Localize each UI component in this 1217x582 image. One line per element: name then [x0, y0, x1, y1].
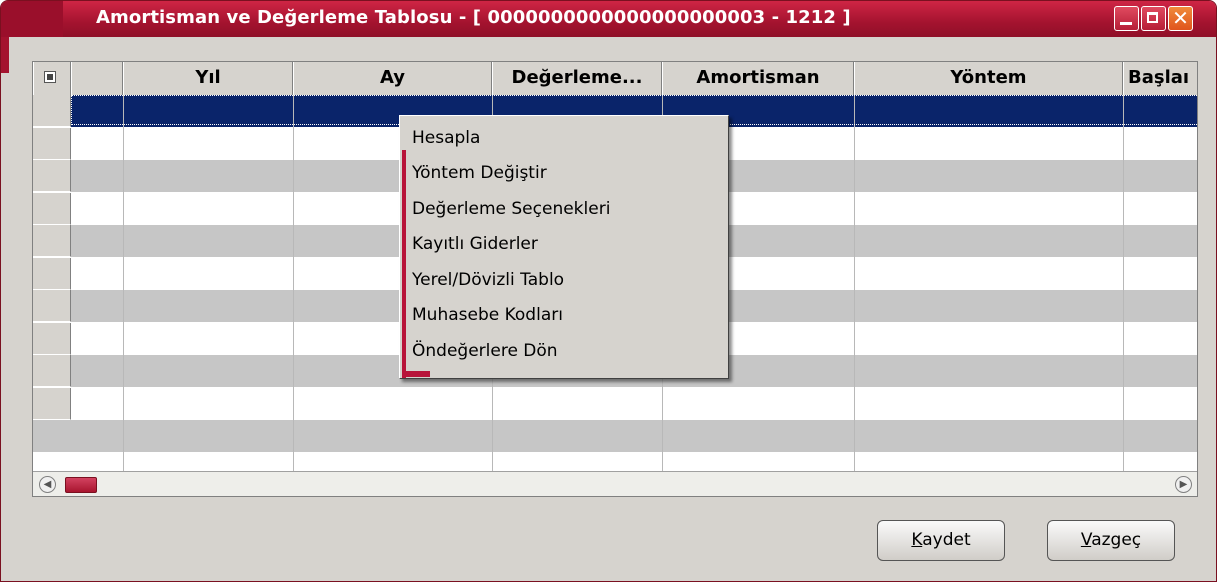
row-header[interactable]	[33, 192, 71, 225]
row-header[interactable]	[33, 127, 71, 160]
window-title: Amortisman ve Değerleme Tablosu - [ 0000…	[96, 7, 851, 28]
maximize-icon	[1147, 12, 1158, 23]
table-row[interactable]	[33, 420, 1197, 452]
cancel-mnemonic: V	[1080, 530, 1092, 550]
minimize-button[interactable]	[1114, 6, 1139, 31]
menu-item-hesapla[interactable]: Hesapla	[412, 122, 480, 154]
left-edge-accent	[1, 37, 9, 73]
column-header-degerleme[interactable]: Değerleme...	[492, 62, 662, 95]
select-all-cell[interactable]	[33, 62, 71, 95]
cancel-label: azgeç	[1091, 530, 1142, 550]
save-label: aydet	[922, 530, 971, 550]
cancel-button[interactable]: Vazgeç	[1047, 520, 1175, 561]
column-divider	[854, 95, 855, 496]
save-button[interactable]: Kaydet	[877, 520, 1005, 561]
scroll-right-icon[interactable]: ▶	[1175, 476, 1192, 493]
column-header-baslangic[interactable]: Başlaı	[1123, 62, 1197, 95]
column-header-ay[interactable]: Ay	[293, 62, 492, 95]
scrollbar-thumb[interactable]	[65, 477, 97, 493]
horizontal-scrollbar[interactable]: ◀ ▶	[33, 471, 1197, 496]
maximize-button[interactable]	[1141, 6, 1166, 31]
menu-item-yontem-degistir[interactable]: Yöntem Değiştir	[412, 157, 547, 189]
title-bar[interactable]: Amortisman ve Değerleme Tablosu - [ 0000…	[1, 1, 1216, 37]
column-divider	[293, 95, 294, 496]
row-header[interactable]	[33, 322, 71, 355]
column-header-yil[interactable]: Yıl	[123, 62, 293, 95]
row-header[interactable]	[33, 387, 71, 420]
save-mnemonic: K	[911, 530, 923, 550]
column-divider	[123, 95, 124, 496]
grid-header: Yıl Ay Değerleme... Amortisman Yöntem Ba…	[33, 62, 1197, 96]
column-divider	[1123, 95, 1124, 496]
menu-accent-foot	[402, 371, 430, 377]
close-icon: ✕	[1172, 6, 1189, 30]
row-header[interactable]	[33, 290, 71, 322]
close-button[interactable]: ✕	[1168, 6, 1193, 31]
select-all-checkbox[interactable]	[44, 71, 56, 83]
minimize-icon	[1120, 22, 1132, 25]
menu-item-kayitli-giderler[interactable]: Kayıtlı Giderler	[412, 228, 538, 260]
column-header-yontem[interactable]: Yöntem	[854, 62, 1123, 95]
table-row[interactable]	[33, 387, 1197, 420]
menu-accent-bar	[402, 150, 406, 378]
menu-item-ondegerlere-don[interactable]: Öndeğerlere Dön	[412, 335, 558, 367]
context-menu: Hesapla Yöntem Değiştir Değerleme Seçene…	[399, 115, 729, 379]
row-header[interactable]	[33, 225, 71, 257]
menu-item-yerel-dovizli-tablo[interactable]: Yerel/Dövizli Tablo	[412, 264, 564, 296]
row-header[interactable]	[33, 160, 71, 192]
menu-item-degerleme-secenekleri[interactable]: Değerleme Seçenekleri	[412, 193, 610, 225]
row-header[interactable]	[33, 95, 71, 127]
row-header[interactable]	[33, 355, 71, 387]
row-header[interactable]	[33, 257, 71, 290]
column-header-blank[interactable]	[71, 62, 123, 95]
column-header-amortisman[interactable]: Amortisman	[662, 62, 854, 95]
scroll-left-icon[interactable]: ◀	[39, 476, 56, 493]
menu-item-muhasebe-kodlari[interactable]: Muhasebe Kodları	[412, 299, 563, 331]
title-bar-accent	[1, 1, 63, 37]
amortization-window: Amortisman ve Değerleme Tablosu - [ 0000…	[0, 0, 1217, 582]
